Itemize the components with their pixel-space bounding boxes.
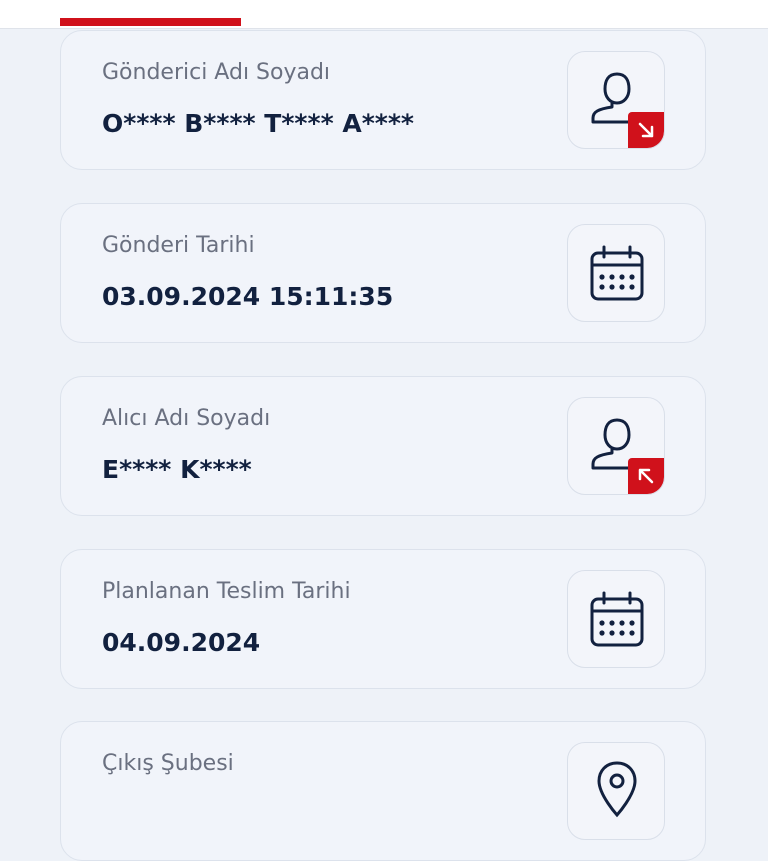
sender-name-card: Gönderici Adı Soyadı O**** B**** T**** A… <box>60 30 706 170</box>
top-tab-bar <box>0 0 768 29</box>
planned-delivery-date-label: Planlanan Teslim Tarihi <box>102 579 351 604</box>
sender-name-label: Gönderici Adı Soyadı <box>102 60 331 85</box>
location-icon <box>567 742 665 840</box>
recipient-name-label: Alıcı Adı Soyadı <box>102 406 271 431</box>
recipient-name-value: E**** K**** <box>102 455 252 484</box>
user-incoming-icon <box>567 397 665 495</box>
recipient-name-card: Alıcı Adı Soyadı E**** K**** <box>60 376 706 516</box>
calendar-icon <box>567 570 665 668</box>
sender-name-value: O**** B**** T**** A**** <box>102 109 414 138</box>
planned-delivery-date-card: Planlanan Teslim Tarihi 04.09.2024 <box>60 549 706 689</box>
shipment-date-value: 03.09.2024 15:11:35 <box>102 282 394 311</box>
departure-branch-label: Çıkış Şubesi <box>102 751 234 776</box>
active-tab-indicator <box>60 18 241 26</box>
shipment-date-card: Gönderi Tarihi 03.09.2024 15:11:35 <box>60 203 706 343</box>
user-outgoing-icon <box>567 51 665 149</box>
planned-delivery-date-value: 04.09.2024 <box>102 628 261 657</box>
shipment-date-label: Gönderi Tarihi <box>102 233 255 258</box>
outgoing-arrow-badge <box>628 112 664 148</box>
incoming-arrow-badge <box>628 458 664 494</box>
departure-branch-card: Çıkış Şubesi <box>60 721 706 861</box>
calendar-icon <box>567 224 665 322</box>
